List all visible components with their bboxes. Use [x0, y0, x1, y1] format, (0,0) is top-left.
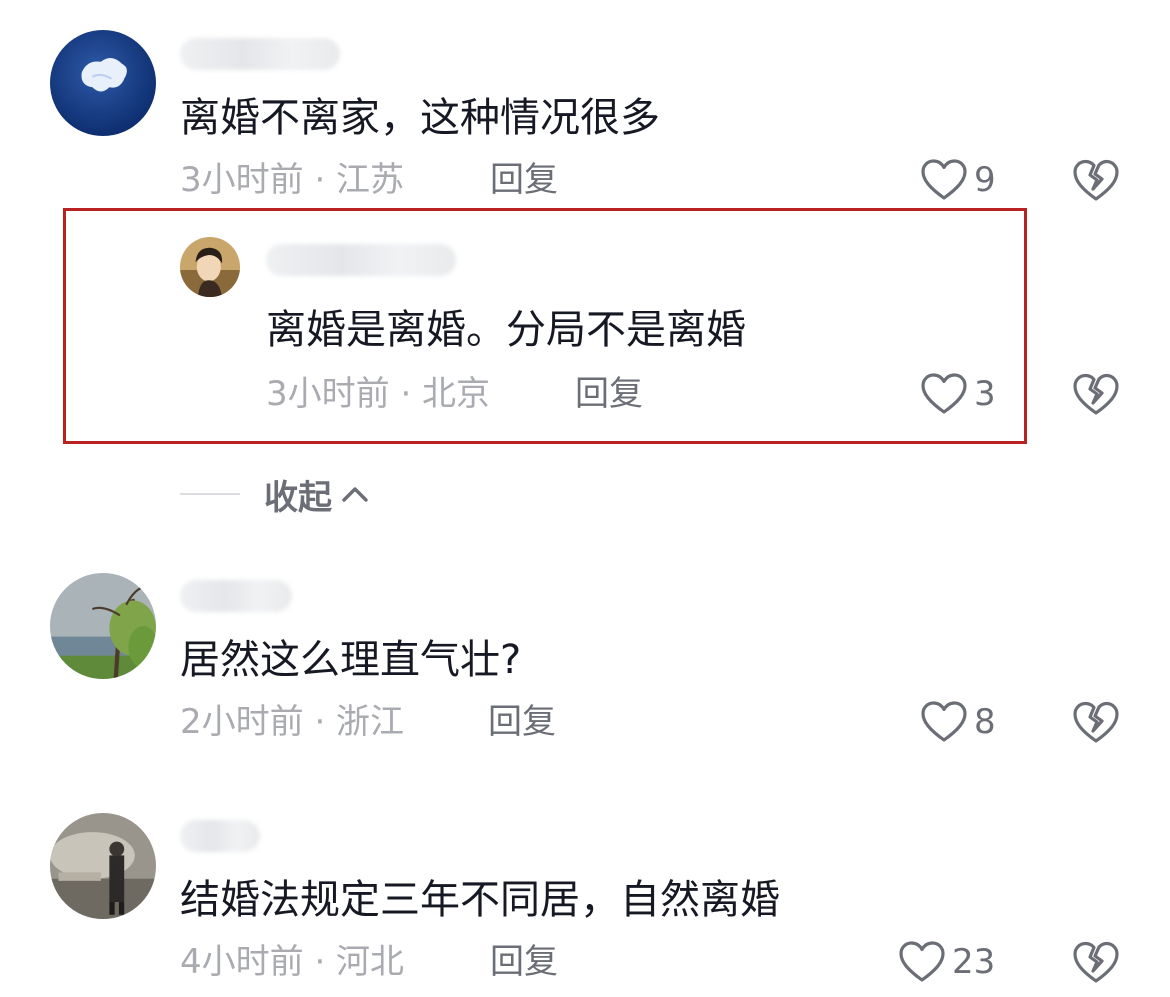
broken-heart-icon	[1073, 701, 1119, 743]
collapse-label: 收起	[264, 477, 332, 518]
like-button[interactable]: 9	[920, 158, 996, 202]
like-count: 23	[952, 942, 996, 982]
heart-outline-icon	[921, 373, 967, 414]
avatar[interactable]	[50, 573, 156, 679]
dislike-button[interactable]	[1072, 157, 1120, 203]
comment-meta: 4小时前 · 河北	[180, 942, 405, 982]
like-button[interactable]: 23	[898, 940, 995, 984]
username-blurred[interactable]	[180, 580, 292, 612]
collapse-replies-button[interactable]: 收起	[180, 472, 370, 518]
comment-text: 离婚是离婚。分局不是离婚	[266, 307, 746, 353]
dislike-button[interactable]	[1072, 939, 1120, 985]
chevron-up-icon	[342, 487, 368, 502]
broken-heart-icon	[1073, 159, 1119, 201]
avatar[interactable]	[50, 813, 156, 919]
reply-button[interactable]: 回复	[490, 160, 558, 200]
divider-line	[180, 493, 240, 495]
like-count: 9	[974, 160, 996, 200]
comment-meta: 2小时前 · 浙江	[180, 702, 405, 742]
dislike-button[interactable]	[1072, 699, 1120, 745]
reply-button[interactable]: 回复	[488, 702, 556, 742]
heart-outline-icon	[899, 941, 945, 982]
avatar-image	[180, 237, 240, 297]
reply-button[interactable]: 回复	[490, 942, 558, 982]
broken-heart-icon	[1073, 941, 1119, 983]
username-blurred[interactable]	[180, 38, 340, 70]
avatar[interactable]	[50, 30, 156, 136]
avatar-image	[50, 813, 156, 919]
like-count: 3	[974, 374, 996, 414]
like-button[interactable]: 3	[920, 372, 996, 416]
like-button[interactable]: 8	[920, 700, 996, 744]
comment-meta: 3小时前 · 江苏	[180, 160, 405, 200]
comment-text: 结婚法规定三年不同居，自然离婚	[180, 877, 780, 923]
comment-text: 离婚不离家，这种情况很多	[180, 95, 660, 141]
avatar-image	[50, 573, 156, 679]
reply-button[interactable]: 回复	[575, 374, 643, 414]
like-count: 8	[974, 702, 996, 742]
avatar-image	[50, 30, 156, 136]
heart-outline-icon	[921, 159, 967, 200]
comment-text: 居然这么理直气壮?	[180, 637, 522, 683]
broken-heart-icon	[1073, 373, 1119, 415]
comment-meta: 3小时前 · 北京	[266, 374, 491, 414]
username-blurred[interactable]	[180, 820, 260, 852]
username-blurred[interactable]	[266, 244, 456, 276]
heart-outline-icon	[921, 701, 967, 742]
dislike-button[interactable]	[1072, 371, 1120, 417]
avatar[interactable]	[180, 237, 240, 297]
